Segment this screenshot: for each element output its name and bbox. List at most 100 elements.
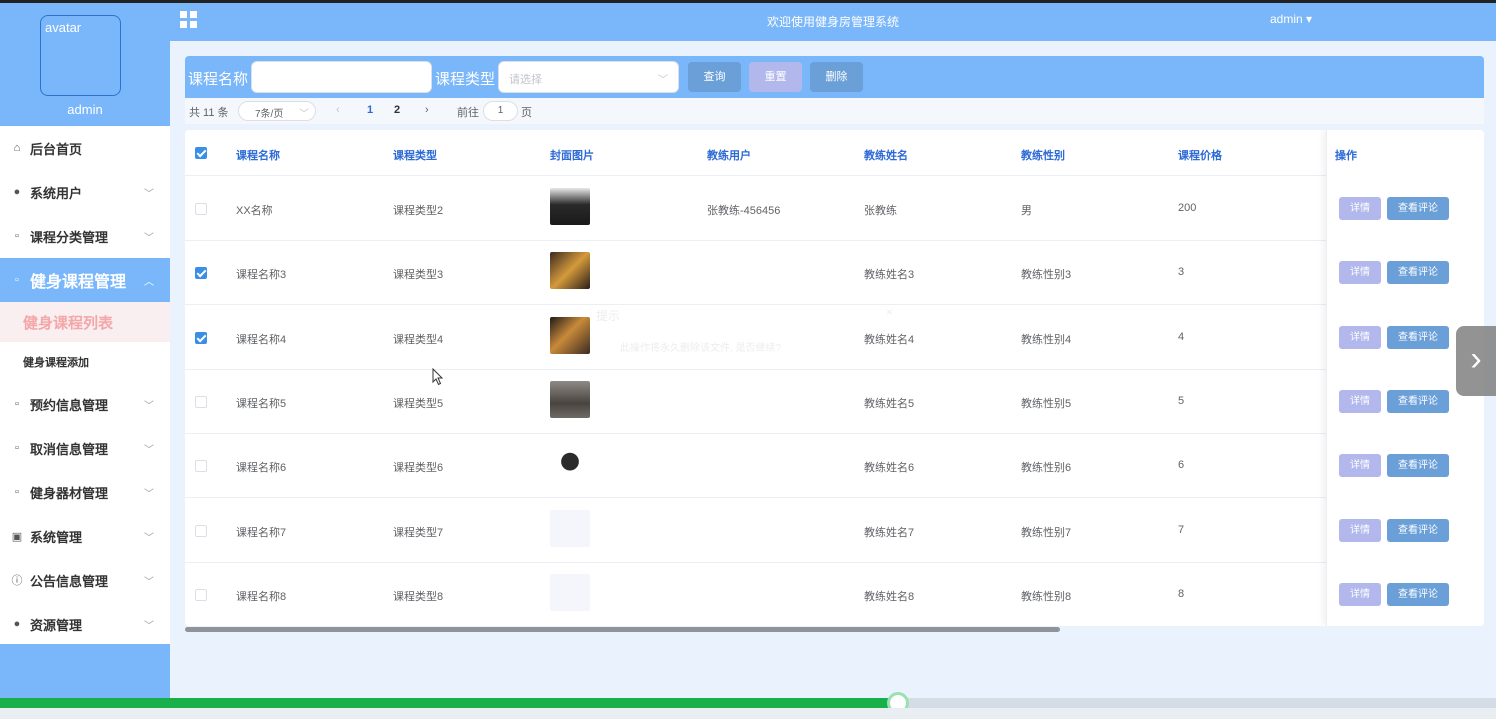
- total-count: 共 11 条: [189, 107, 229, 119]
- reset-button[interactable]: 重置: [749, 62, 802, 92]
- detail-button[interactable]: 详情: [1339, 518, 1381, 542]
- ghost-dialog-title: 提示: [596, 309, 621, 323]
- course-name-input[interactable]: [251, 61, 432, 93]
- table-cell: 课程类型3: [393, 269, 444, 282]
- column-header[interactable]: 教练用户: [707, 147, 751, 163]
- chevron-down-icon: ﹀: [144, 577, 154, 588]
- sidebar-subitem-course-add[interactable]: 健身课程添加: [0, 342, 170, 382]
- course-type-select[interactable]: 请选择 ﹀: [498, 61, 679, 93]
- table-horizontal-scrollbar[interactable]: [185, 627, 1060, 632]
- table-cell: 课程类型7: [393, 526, 444, 539]
- avatar[interactable]: avatar: [40, 15, 121, 96]
- video-progress-fill: [0, 698, 898, 708]
- sidebar-subitem-course-list[interactable]: 健身课程列表: [0, 302, 170, 342]
- table-cell: 教练性别7: [1021, 526, 1072, 539]
- table-cell: 教练性别6: [1021, 462, 1072, 475]
- goto-page-input[interactable]: 1: [483, 101, 518, 121]
- table-cell: 200: [1178, 202, 1197, 214]
- row-checkbox[interactable]: [195, 203, 207, 215]
- detail-button[interactable]: 详情: [1339, 389, 1381, 413]
- prev-page-button[interactable]: ‹: [336, 104, 340, 116]
- sidebar-item-equipment[interactable]: ▫ 健身器材管理 ﹀: [0, 470, 170, 514]
- column-header[interactable]: 教练姓名: [864, 147, 908, 163]
- view-comments-button[interactable]: 查看评论: [1387, 197, 1449, 220]
- detail-button[interactable]: 详情: [1339, 325, 1381, 349]
- chevron-down-icon: ﹀: [144, 189, 154, 200]
- detail-button[interactable]: 详情: [1339, 582, 1381, 606]
- chevron-right-icon: ›: [1470, 340, 1482, 378]
- sidebar-item-cancel[interactable]: ▫ 取消信息管理 ﹀: [0, 426, 170, 470]
- table-cell: 教练姓名6: [864, 462, 915, 475]
- cover-image[interactable]: [550, 380, 590, 418]
- view-comments-button[interactable]: 查看评论: [1387, 518, 1449, 542]
- sidebar-item-system-users[interactable]: ● 系统用户 ﹀: [0, 170, 170, 214]
- table-row[interactable]: 课程名称8 课程类型8 教练姓名8 教练性别8 8: [185, 563, 1484, 626]
- doc-icon: ▫: [15, 486, 19, 498]
- sidebar-item-resources[interactable]: ● 资源管理 ﹀: [0, 602, 170, 646]
- avatar-alt-text: avatar: [45, 20, 82, 35]
- column-header[interactable]: 封面图片: [550, 147, 594, 163]
- column-header[interactable]: 课程名称: [236, 147, 280, 163]
- column-header[interactable]: 课程价格: [1178, 147, 1222, 163]
- sidebar-item-fitness-course[interactable]: ▫ 健身课程管理 ︿: [0, 258, 170, 302]
- table-row[interactable]: 课程名称5 课程类型5 教练姓名5 教练性别5 5: [185, 370, 1484, 434]
- table-row[interactable]: 课程名称6 课程类型6 教练姓名6 教练性别6 6: [185, 434, 1484, 499]
- page-1-button[interactable]: 1: [367, 104, 373, 116]
- detail-button[interactable]: 详情: [1339, 197, 1381, 220]
- chevron-down-icon: ﹀: [144, 621, 154, 632]
- home-icon: ⌂: [13, 142, 21, 154]
- row-checkbox[interactable]: [195, 524, 207, 537]
- cover-image[interactable]: [550, 445, 590, 483]
- table-cell: 张教练-456456: [707, 205, 781, 217]
- detail-button[interactable]: 详情: [1339, 454, 1381, 478]
- cover-image[interactable]: [550, 188, 590, 225]
- detail-button[interactable]: 详情: [1339, 261, 1381, 285]
- sidebar-item-booking[interactable]: ▫ 预约信息管理 ﹀: [0, 382, 170, 426]
- sidebar: avatar admin ⌂ 后台首页 ● 系统用户 ﹀ ▫ 课程分类管理 ﹀ …: [0, 3, 170, 719]
- delete-button[interactable]: 删除: [810, 62, 863, 92]
- video-progress-bar[interactable]: [0, 692, 1496, 714]
- table-row[interactable]: 课程名称7 课程类型7 教练姓名7 教练性别7 7: [185, 499, 1484, 563]
- sidebar-item-system[interactable]: ▣ 系统管理 ﹀: [0, 514, 170, 558]
- page-2-button[interactable]: 2: [394, 104, 400, 116]
- row-checkbox[interactable]: [195, 331, 207, 344]
- row-checkbox[interactable]: [195, 588, 207, 601]
- table-cell: 课程名称4: [236, 333, 287, 346]
- info-icon: ⓘ: [11, 575, 23, 587]
- row-checkbox[interactable]: [195, 395, 207, 408]
- sidebar-item-label: 资源管理: [30, 617, 83, 633]
- sidebar-item-course-category[interactable]: ▫ 课程分类管理 ﹀: [0, 214, 170, 258]
- course-name-label: 课程名称: [188, 71, 249, 88]
- cover-image[interactable]: [550, 509, 590, 547]
- row-checkbox[interactable]: [195, 267, 207, 280]
- table-cell: 教练性别5: [1021, 397, 1072, 410]
- view-comments-button[interactable]: 查看评论: [1387, 389, 1449, 413]
- cover-image[interactable]: [550, 316, 590, 354]
- select-all-checkbox[interactable]: [195, 147, 207, 159]
- row-checkbox[interactable]: [195, 460, 207, 473]
- next-page-button[interactable]: ›: [425, 104, 429, 116]
- column-header[interactable]: 课程类型: [393, 147, 437, 163]
- page-size-select[interactable]: 7条/页 ﹀: [238, 101, 316, 121]
- table-cell: 课程名称7: [236, 526, 287, 539]
- table-row[interactable]: 课程名称4 课程类型4 教练姓名4 教练性别4 4: [185, 306, 1484, 370]
- column-header[interactable]: 教练性别: [1021, 147, 1065, 163]
- table-row[interactable]: XX名称 课程类型2 张教练-456456 张教练 男 200: [185, 177, 1484, 241]
- user-dropdown[interactable]: admin ▾: [1270, 12, 1312, 26]
- chevron-down-icon: ﹀: [299, 109, 309, 120]
- bottom-strip: [0, 708, 1496, 719]
- sidebar-item-notice[interactable]: ⓘ 公告信息管理 ﹀: [0, 558, 170, 602]
- table-row[interactable]: 课程名称3 课程类型3 教练姓名3 教练性别3 3: [185, 241, 1484, 306]
- view-comments-button[interactable]: 查看评论: [1387, 325, 1449, 349]
- view-comments-button[interactable]: 查看评论: [1387, 261, 1449, 285]
- cover-image[interactable]: [550, 252, 590, 290]
- sidebar-item-home[interactable]: ⌂ 后台首页: [0, 126, 170, 170]
- cover-image[interactable]: [550, 573, 590, 611]
- table-cell: 教练姓名7: [864, 526, 915, 539]
- view-comments-button[interactable]: 查看评论: [1387, 454, 1449, 478]
- view-comments-button[interactable]: 查看评论: [1387, 582, 1449, 606]
- query-button[interactable]: 查询: [688, 62, 741, 92]
- chevron-down-icon: ﹀: [144, 489, 154, 500]
- table-cell: 7: [1178, 523, 1185, 536]
- next-slide-button[interactable]: ›: [1456, 326, 1496, 396]
